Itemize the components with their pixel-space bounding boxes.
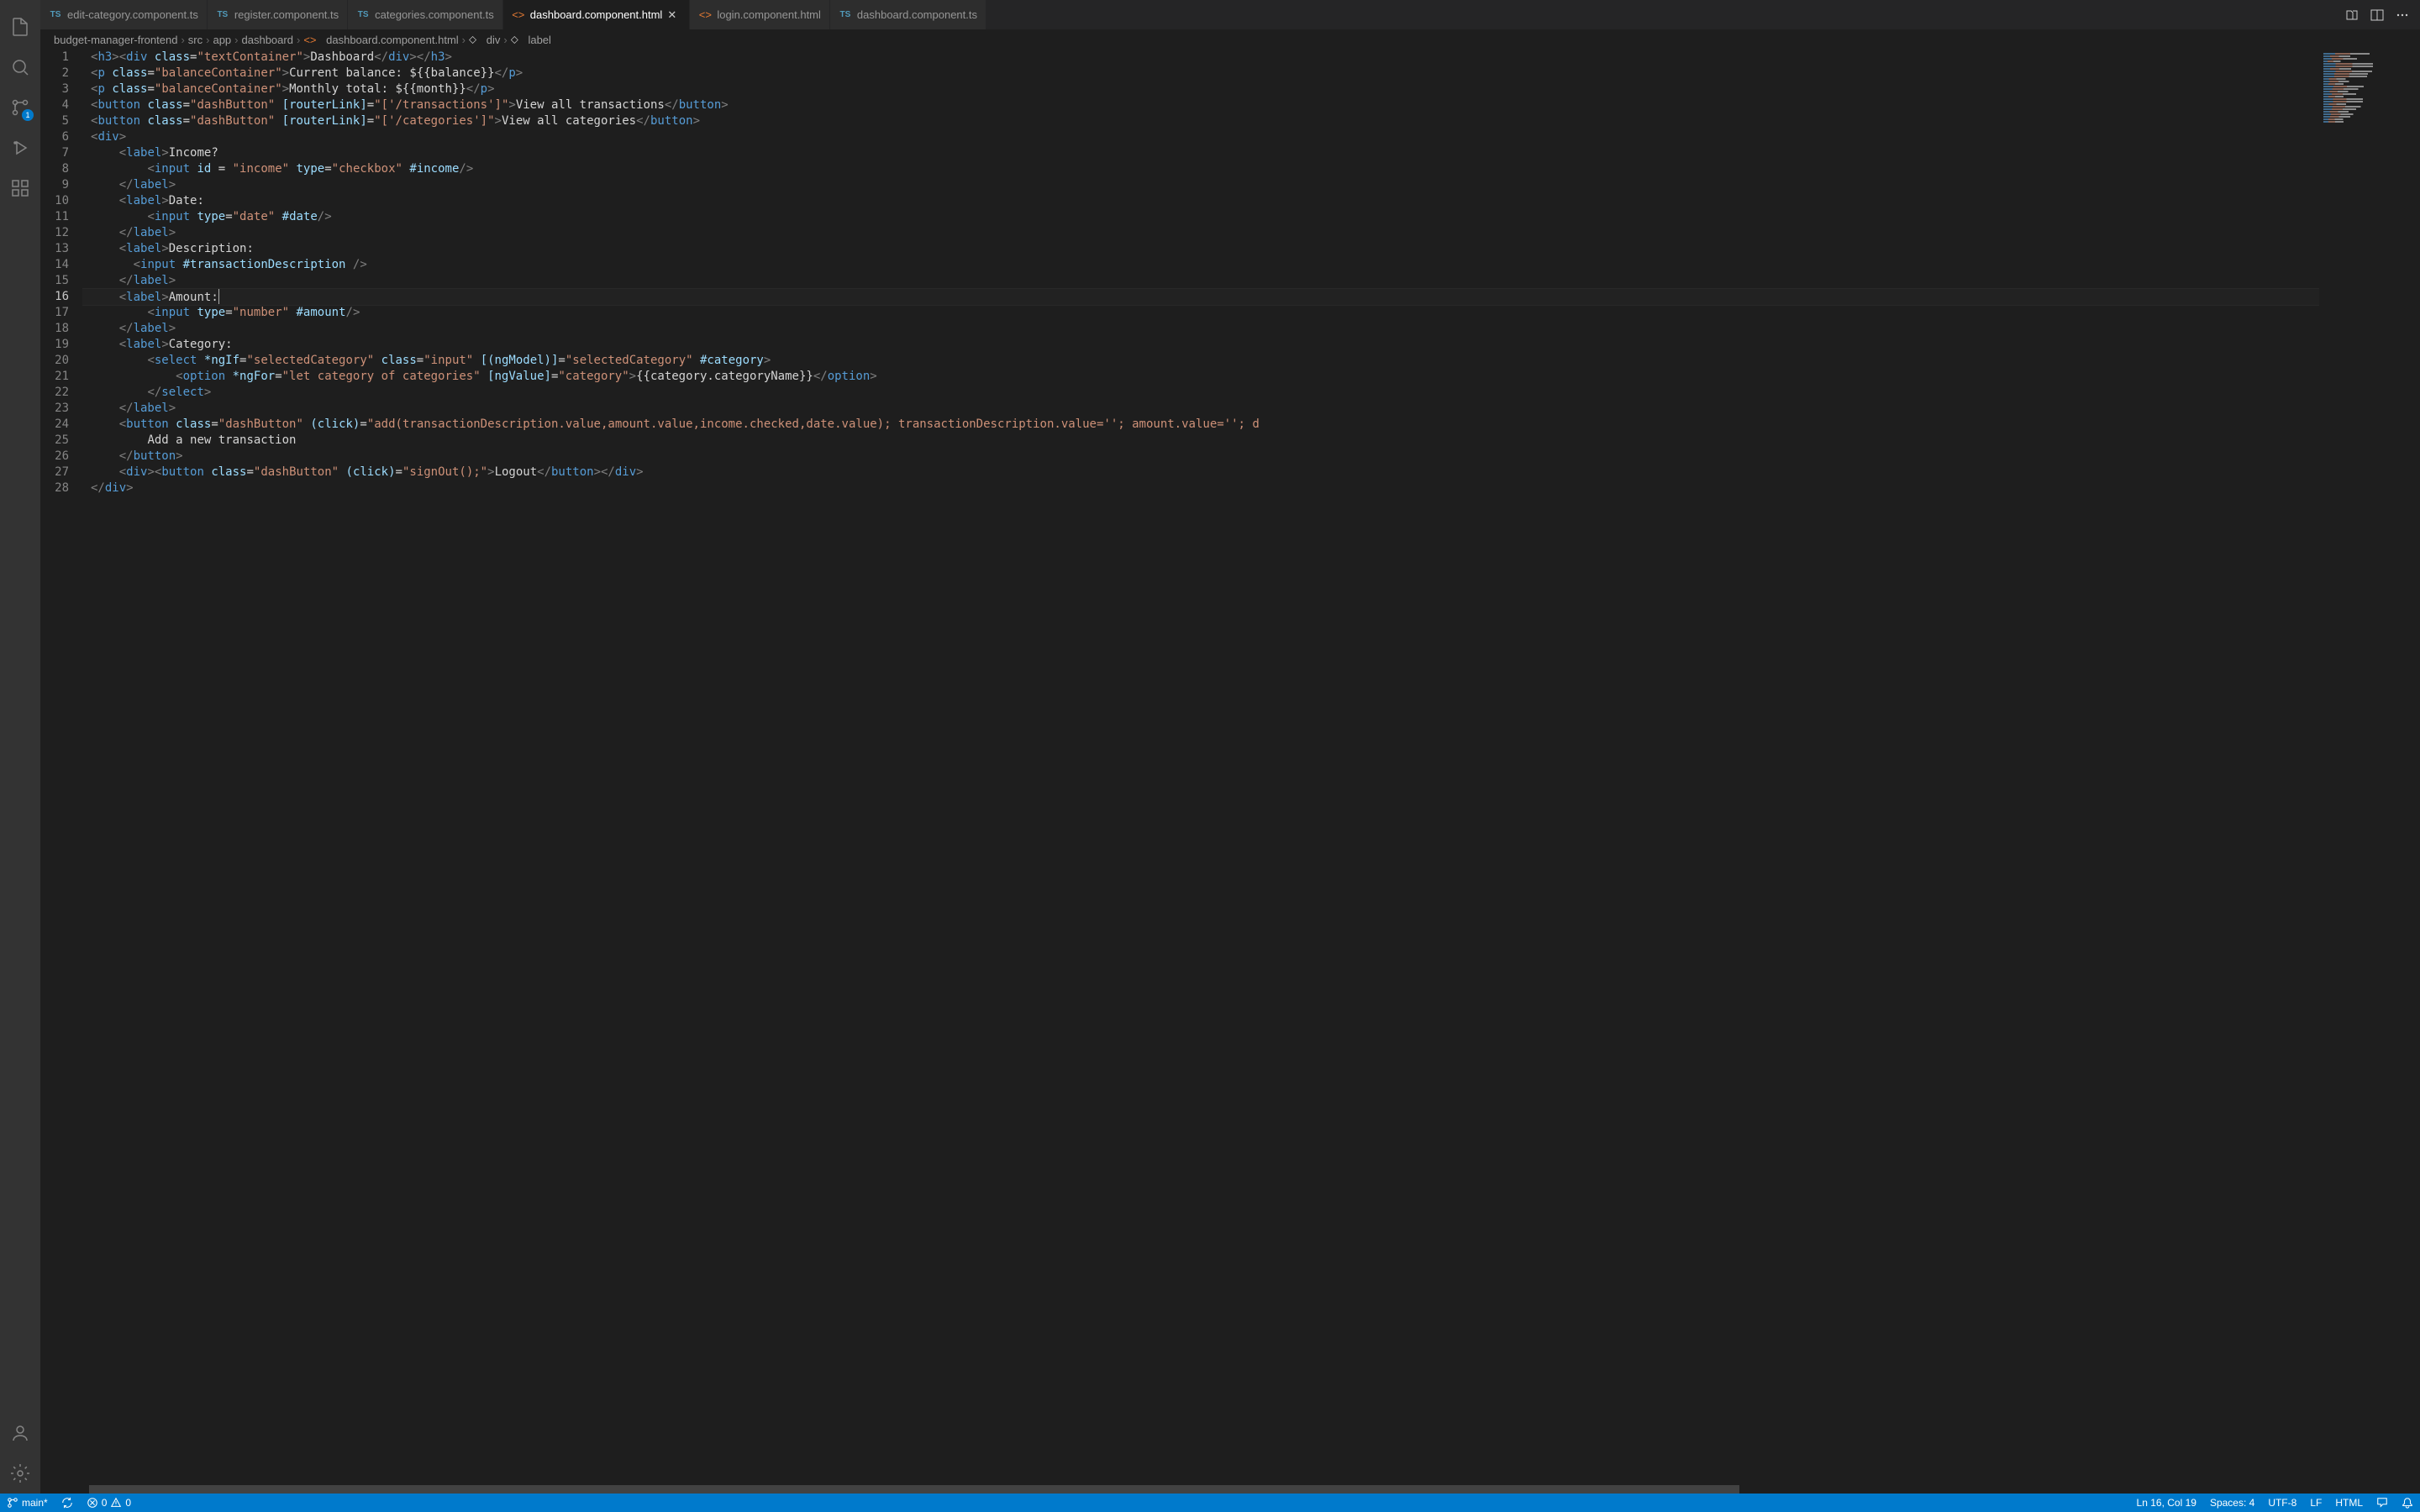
- tab-categories[interactable]: TS categories.component.ts: [348, 0, 503, 29]
- activity-bar: 1: [0, 0, 40, 1494]
- tab-label: edit-category.component.ts: [67, 8, 198, 21]
- statusbar: main* 0 0 Ln 16, Col 19 Spaces: 4 UTF-8 …: [0, 1494, 2420, 1512]
- settings-gear-icon[interactable]: [0, 1453, 40, 1494]
- source-control-badge: 1: [22, 109, 34, 121]
- minimap[interactable]: [2319, 50, 2420, 1494]
- warning-count: 0: [125, 1497, 131, 1509]
- ts-file-icon: TS: [49, 8, 62, 22]
- problems-status[interactable]: 0 0: [80, 1494, 138, 1512]
- chevron-right-icon: ›: [181, 34, 184, 46]
- cursor-position[interactable]: Ln 16, Col 19: [2130, 1494, 2203, 1512]
- ts-file-icon: TS: [216, 8, 229, 22]
- more-actions-icon[interactable]: [2391, 4, 2413, 26]
- accounts-icon[interactable]: [0, 1413, 40, 1453]
- tab-edit-category[interactable]: TS edit-category.component.ts: [40, 0, 208, 29]
- encoding-status[interactable]: UTF-8: [2261, 1494, 2303, 1512]
- notifications-icon[interactable]: [2395, 1494, 2420, 1512]
- chevron-right-icon: ›: [297, 34, 300, 46]
- sync-button[interactable]: [55, 1494, 80, 1512]
- breadcrumbs: budget-manager-frontend › src › app › da…: [40, 29, 2420, 50]
- tab-label: dashboard.component.ts: [857, 8, 977, 21]
- tab-label: login.component.html: [717, 8, 821, 21]
- branch-status[interactable]: main*: [0, 1494, 55, 1512]
- ts-file-icon: TS: [839, 8, 852, 22]
- eol-status[interactable]: LF: [2303, 1494, 2328, 1512]
- chevron-right-icon: ›: [234, 34, 238, 46]
- indentation-status[interactable]: Spaces: 4: [2203, 1494, 2261, 1512]
- breadcrumb-item[interactable]: <> dashboard.component.html: [303, 34, 458, 46]
- search-icon[interactable]: [0, 47, 40, 87]
- chevron-right-icon: ›: [503, 34, 507, 46]
- tab-dashboard-ts[interactable]: TS dashboard.component.ts: [830, 0, 986, 29]
- split-editor-icon[interactable]: [2366, 4, 2388, 26]
- editor[interactable]: 1234567891011121314151617181920212223242…: [40, 50, 2420, 1494]
- html-file-icon: <>: [698, 8, 712, 22]
- tab-login-html[interactable]: <> login.component.html: [690, 0, 830, 29]
- tab-dashboard-html[interactable]: <> dashboard.component.html ✕: [503, 0, 691, 29]
- tab-label: register.component.ts: [234, 8, 339, 21]
- horizontal-scrollbar[interactable]: [89, 1485, 2319, 1494]
- breadcrumb-item[interactable]: src: [188, 34, 203, 46]
- tab-register[interactable]: TS register.component.ts: [208, 0, 348, 29]
- chevron-right-icon: ›: [462, 34, 466, 46]
- compare-changes-icon[interactable]: [2341, 4, 2363, 26]
- error-count: 0: [102, 1497, 108, 1509]
- language-mode[interactable]: HTML: [2328, 1494, 2370, 1512]
- branch-name: main*: [22, 1497, 48, 1509]
- breadcrumb-item[interactable]: budget-manager-frontend: [54, 34, 177, 46]
- source-control-icon[interactable]: 1: [0, 87, 40, 128]
- tab-label: dashboard.component.html: [530, 8, 663, 21]
- tab-label: categories.component.ts: [375, 8, 494, 21]
- run-debug-icon[interactable]: [0, 128, 40, 168]
- ts-file-icon: TS: [356, 8, 370, 22]
- explorer-icon[interactable]: [0, 7, 40, 47]
- gutter: 1234567891011121314151617181920212223242…: [40, 50, 82, 1494]
- html-file-icon: <>: [512, 8, 525, 22]
- tabs-bar: TS edit-category.component.ts TS registe…: [40, 0, 2420, 29]
- extensions-icon[interactable]: [0, 168, 40, 208]
- code-area[interactable]: <h3><div class="textContainer">Dashboard…: [82, 50, 2319, 1494]
- breadcrumb-item[interactable]: app: [213, 34, 231, 46]
- close-icon[interactable]: ✕: [667, 8, 681, 22]
- breadcrumb-item[interactable]: ⬦ div: [469, 33, 500, 46]
- feedback-icon[interactable]: [2370, 1494, 2395, 1512]
- breadcrumb-item[interactable]: ⬦ label: [511, 33, 551, 46]
- breadcrumb-item[interactable]: dashboard: [242, 34, 293, 46]
- chevron-right-icon: ›: [206, 34, 209, 46]
